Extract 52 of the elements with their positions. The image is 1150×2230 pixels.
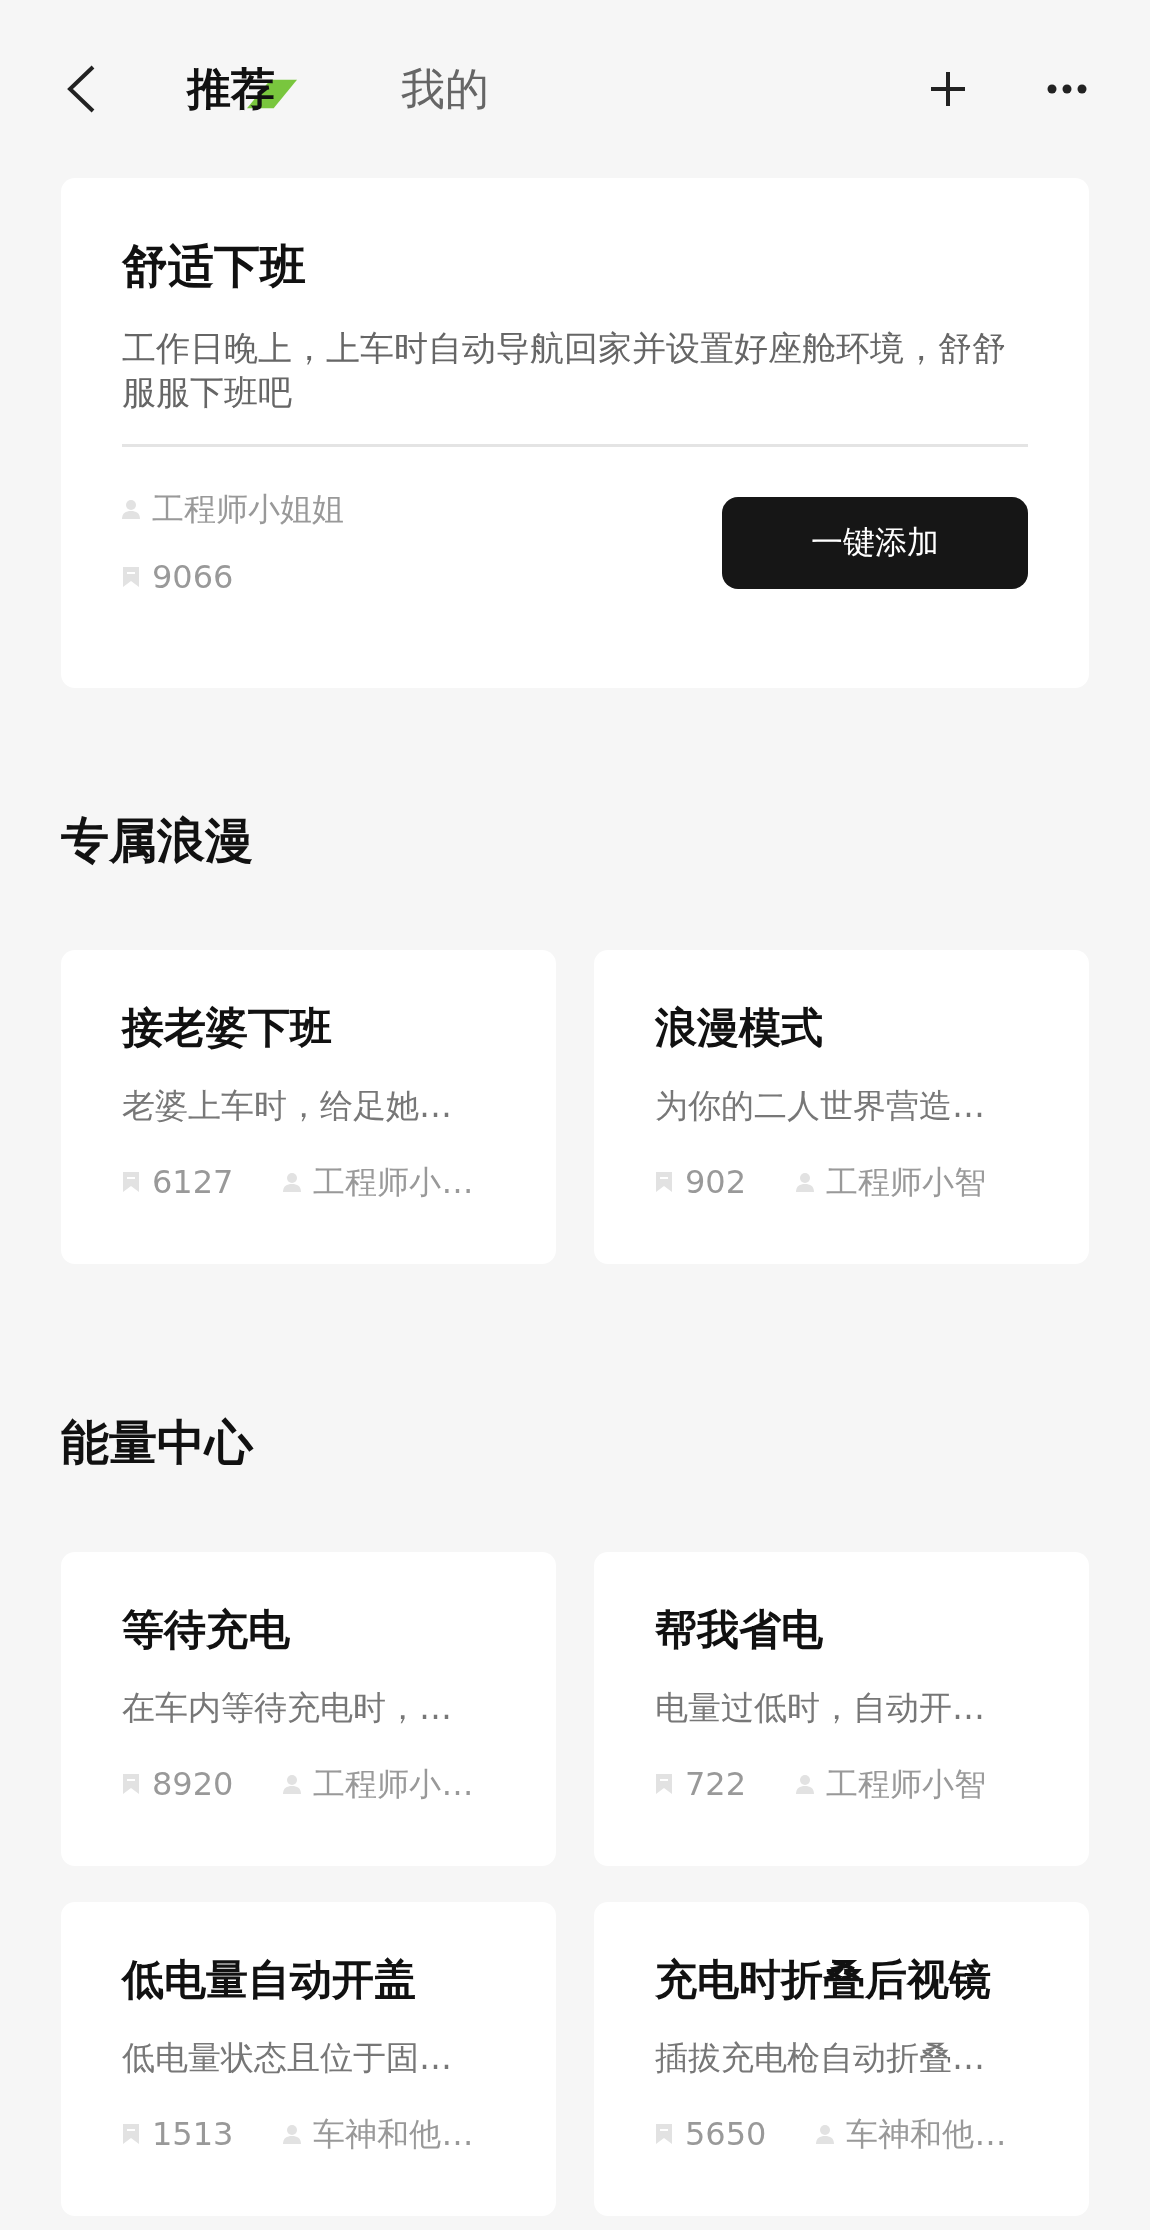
bookmark-icon	[655, 1773, 673, 1795]
person-icon	[796, 1774, 815, 1794]
card-title: 低电量自动开盖	[122, 1954, 417, 2006]
card-title: 等待充电	[122, 1604, 291, 1656]
person-icon	[283, 1172, 302, 1192]
card-description: 插拔充电枪自动折叠…	[655, 2037, 986, 2079]
card-description: 在车内等待充电时，…	[122, 1687, 453, 1729]
card-title: 充电时折叠后视镜	[655, 1954, 992, 2006]
save-count: 6127	[152, 1162, 234, 1203]
card-title: 接老婆下班	[122, 1002, 333, 1054]
save-count: 722	[685, 1764, 747, 1805]
card-description: 为你的二人世界营造…	[655, 1085, 986, 1127]
author-name: 工程师小智	[826, 1764, 987, 1805]
author-name: 车神和他…	[313, 2114, 474, 2155]
bookmark-icon	[122, 566, 140, 588]
bookmark-icon	[122, 2123, 140, 2145]
author-name: 车神和他…	[846, 2114, 1007, 2155]
bookmark-icon	[122, 1171, 140, 1193]
bookmark-icon	[122, 1773, 140, 1795]
card-description: 老婆上车时，给足她…	[122, 1085, 453, 1127]
save-count: 9066	[152, 557, 234, 598]
card-description: 电量过低时，自动开…	[655, 1687, 986, 1729]
person-icon	[283, 1774, 302, 1794]
section-title: 专属浪漫	[61, 811, 254, 870]
person-icon	[122, 499, 140, 519]
author-name: 工程师小智	[826, 1162, 987, 1203]
card-description: 工作日晚上，上车时自动导航回家并设置好座舱环境，舒舒服服下班吧	[122, 326, 1028, 447]
scene-card[interactable]: 充电时折叠后视镜 插拔充电枪自动折叠… 5650 车神和他…	[594, 1902, 1089, 2216]
add-button[interactable]: 一键添加	[722, 497, 1028, 589]
section-title: 能量中心	[61, 1413, 255, 1472]
person-icon	[816, 2124, 835, 2144]
scene-card[interactable]: 帮我省电 电量过低时，自动开… 722 工程师小智	[594, 1552, 1089, 1866]
tab[interactable]: 我的	[401, 59, 489, 119]
save-count: 902	[685, 1162, 747, 1203]
author-name: 工程师小…	[313, 1162, 474, 1203]
scene-card[interactable]: 等待充电 在车内等待充电时，… 8920 工程师小…	[61, 1552, 556, 1866]
scene-card[interactable]: 接老婆下班 老婆上车时，给足她… 6127 工程师小…	[61, 950, 556, 1264]
card-title: 浪漫模式	[655, 1002, 824, 1054]
save-count: 5650	[685, 2114, 767, 2155]
scene-card[interactable]: 低电量自动开盖 低电量状态且位于固… 1513 车神和他…	[61, 1902, 556, 2216]
person-icon	[796, 1172, 815, 1192]
person-icon	[283, 2124, 302, 2144]
card-title: 帮我省电	[655, 1604, 824, 1656]
card-description: 低电量状态且位于固…	[122, 2037, 453, 2079]
bookmark-icon	[655, 1171, 673, 1193]
scene-card[interactable]: 浪漫模式 为你的二人世界营造… 902 工程师小智	[594, 950, 1089, 1264]
save-count: 1513	[152, 2114, 234, 2155]
author-name: 工程师小…	[313, 1764, 474, 1805]
card-title: 舒适下班	[122, 238, 307, 295]
author-name: 工程师小姐姐	[152, 489, 344, 530]
save-count: 8920	[152, 1764, 234, 1805]
bookmark-icon	[655, 2123, 673, 2145]
